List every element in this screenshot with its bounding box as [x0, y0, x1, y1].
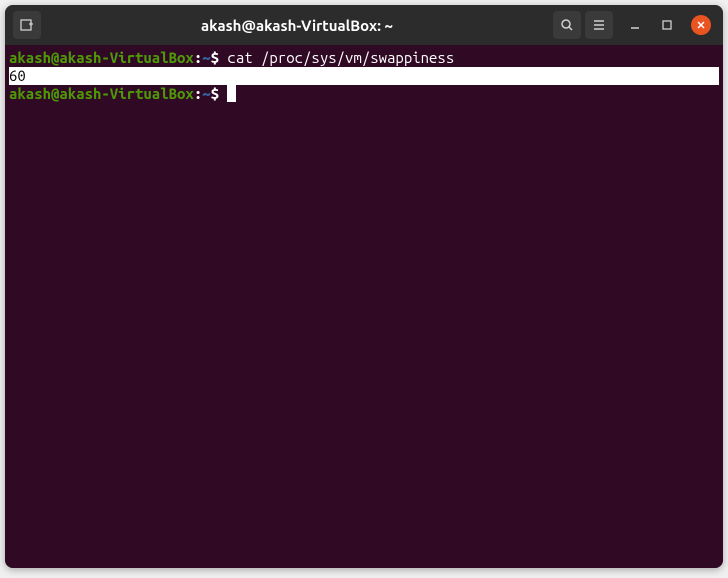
- prompt-colon: :: [194, 49, 202, 66]
- maximize-icon: [661, 19, 673, 31]
- titlebar: akash@akash-VirtualBox: ~: [5, 5, 723, 45]
- cursor: [227, 85, 236, 102]
- minimize-icon: [629, 19, 641, 31]
- window-title: akash@akash-VirtualBox: ~: [45, 17, 549, 34]
- window-controls: [627, 15, 711, 35]
- terminal-body[interactable]: akash@akash-VirtualBox:~$ cat /proc/sys/…: [5, 45, 723, 568]
- command-text: [219, 85, 227, 102]
- terminal-line: akash@akash-VirtualBox:~$: [9, 85, 719, 103]
- close-button[interactable]: [691, 15, 711, 35]
- maximize-button[interactable]: [659, 17, 675, 33]
- terminal-output-highlighted: 60: [9, 67, 719, 85]
- prompt-symbol: $: [211, 85, 219, 102]
- hamburger-icon: [591, 17, 607, 33]
- prompt-user: akash@akash-VirtualBox: [9, 49, 194, 66]
- terminal-line: akash@akash-VirtualBox:~$ cat /proc/sys/…: [9, 49, 719, 67]
- search-button[interactable]: [553, 11, 581, 39]
- prompt-path: ~: [202, 85, 210, 102]
- close-icon: [696, 20, 706, 30]
- prompt-colon: :: [194, 85, 202, 102]
- prompt-path: ~: [202, 49, 210, 66]
- menu-button[interactable]: [585, 11, 613, 39]
- search-icon: [559, 17, 575, 33]
- new-tab-button[interactable]: [13, 11, 41, 39]
- terminal-window: akash@akash-VirtualBox: ~: [5, 5, 723, 568]
- minimize-button[interactable]: [627, 17, 643, 33]
- command-text: cat /proc/sys/vm/swappiness: [219, 49, 454, 66]
- new-tab-icon: [19, 17, 35, 33]
- prompt-symbol: $: [211, 49, 219, 66]
- prompt-user: akash@akash-VirtualBox: [9, 85, 194, 102]
